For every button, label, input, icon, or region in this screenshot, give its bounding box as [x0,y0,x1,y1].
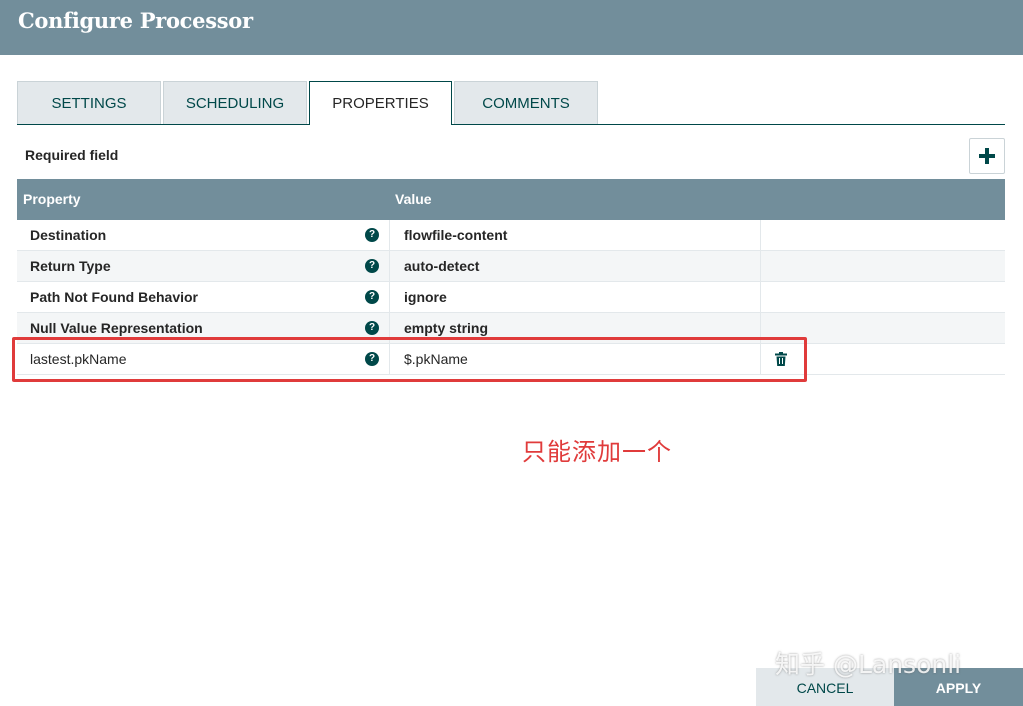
tab-comments[interactable]: COMMENTS [454,81,598,124]
cancel-button[interactable]: CANCEL [756,668,894,706]
tab-properties[interactable]: PROPERTIES [309,81,452,125]
help-icon[interactable]: ? [365,259,379,273]
property-name: Destination [30,227,107,243]
table-row[interactable]: Path Not Found Behavior ? ignore [17,282,1005,313]
add-property-button[interactable] [969,138,1005,174]
property-value: empty string [404,320,489,336]
annotation-text: 只能添加一个 [522,438,672,466]
trash-icon[interactable] [775,352,787,366]
required-field-label: Required field [25,147,119,163]
property-column-header: Property [23,191,81,207]
property-value-cell[interactable]: flowfile-content [389,220,761,250]
tab-scheduling[interactable]: SCHEDULING [163,81,307,124]
dialog-title: Configure Processor [18,8,253,33]
property-name: Return Type [30,258,111,274]
property-value-cell[interactable]: ignore [389,282,761,312]
value-column-header: Value [395,191,432,207]
table-row[interactable]: Return Type ? auto-detect [17,251,1005,282]
property-value: $.pkName [404,351,468,367]
property-name: Path Not Found Behavior [30,289,198,305]
help-icon[interactable]: ? [365,290,379,304]
dialog-header: Configure Processor [0,0,1023,55]
property-value-cell[interactable]: auto-detect [389,251,761,281]
tab-bar: SETTINGS SCHEDULING PROPERTIES COMMENTS [17,81,1005,125]
apply-button[interactable]: APPLY [894,668,1023,706]
property-value: auto-detect [404,258,480,274]
help-icon[interactable]: ? [365,228,379,242]
property-value: flowfile-content [404,227,508,243]
property-value-cell[interactable]: empty string [389,313,761,343]
property-name: Null Value Representation [30,320,203,336]
properties-table: Property Value Destination ? flowfile-co… [17,179,1005,375]
property-value: ignore [404,289,447,305]
table-row[interactable]: Null Value Representation ? empty string [17,313,1005,344]
table-row[interactable]: Destination ? flowfile-content [17,220,1005,251]
table-row[interactable]: lastest.pkName ? $.pkName [17,344,1005,375]
help-icon[interactable]: ? [365,321,379,335]
table-header: Property Value [17,179,1005,220]
help-icon[interactable]: ? [365,352,379,366]
tab-settings[interactable]: SETTINGS [17,81,161,124]
plus-icon [979,148,995,164]
property-value-cell[interactable]: $.pkName [389,344,761,374]
property-name: lastest.pkName [30,351,127,367]
